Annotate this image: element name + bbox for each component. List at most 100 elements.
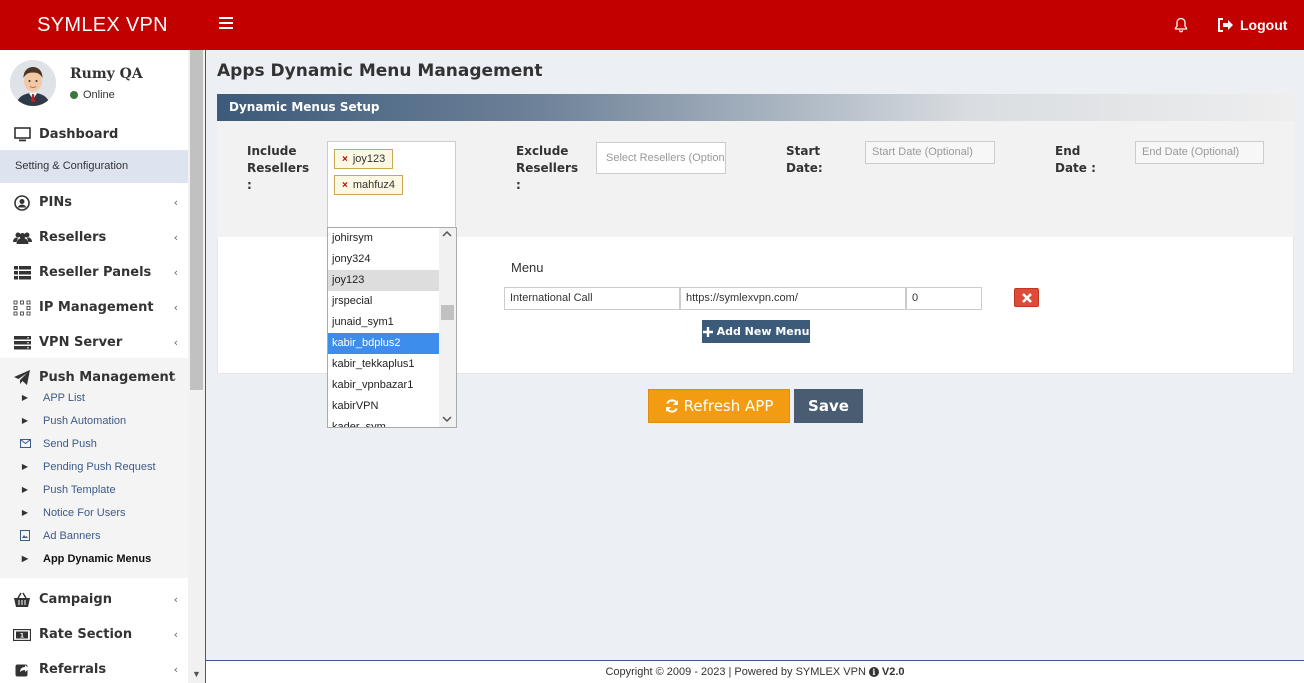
sidebar-item-label: IP Management: [39, 300, 154, 315]
sidebar-item-label: Rate Section: [39, 627, 133, 642]
scroll-down-icon[interactable]: ▼: [192, 669, 201, 679]
caret-right-icon: ▶: [21, 485, 29, 494]
sidebar-subitem-notice-for-users[interactable]: ▶ Notice For Users: [0, 501, 188, 524]
users-icon: [12, 231, 32, 245]
sidebar-item-rate-section[interactable]: 1 Rate Section ‹: [0, 617, 188, 652]
menu-toggle-icon[interactable]: [219, 17, 233, 31]
dropdown-option[interactable]: kabirVPN: [328, 396, 440, 417]
reseller-dropdown-list[interactable]: johirsym jony324 joy123 jrspecial junaid…: [327, 227, 457, 428]
sidebar-scrollbar-thumb[interactable]: [190, 50, 203, 390]
caret-right-icon: ▶: [21, 416, 29, 425]
sidebar-item-vpn-server[interactable]: VPN Server ‹: [0, 325, 188, 360]
dropdown-option[interactable]: kader_sym: [328, 417, 440, 427]
user-status: Online: [70, 89, 115, 101]
save-button[interactable]: Save: [794, 389, 863, 423]
subitem-label: Send Push: [43, 437, 97, 450]
sidebar-subitem-pending-push-request[interactable]: ▶ Pending Push Request: [0, 455, 188, 478]
content-divider: [205, 50, 206, 683]
brand-logo[interactable]: SYMLEX VPN: [0, 0, 205, 50]
dropdown-scrollbar-thumb[interactable]: [441, 305, 454, 320]
sidebar: Rumy QA Online Dashboard Setting & Confi…: [0, 50, 188, 683]
dropdown-option[interactable]: joy123: [328, 270, 440, 291]
subitem-label: Push Automation: [43, 414, 127, 427]
sidebar-item-resellers[interactable]: Resellers ‹: [0, 220, 188, 255]
close-icon: [1021, 292, 1032, 303]
exclude-resellers-label: Exclude Resellers :: [516, 144, 579, 192]
chevron-up-icon[interactable]: [442, 229, 452, 240]
chevron-left-icon: ‹: [173, 301, 178, 314]
refresh-app-label: Refresh APP: [683, 397, 774, 415]
image-icon: [19, 530, 31, 541]
desktop-icon: [12, 127, 32, 142]
dropdown-option[interactable]: jrspecial: [328, 291, 440, 312]
caret-right-icon: ▶: [21, 554, 29, 563]
dropdown-option[interactable]: johirsym: [328, 228, 440, 249]
sidebar-subitem-app-list[interactable]: ▶ APP List: [0, 386, 188, 409]
refresh-app-button[interactable]: Refresh APP: [648, 389, 790, 423]
money-icon: 1: [12, 628, 32, 641]
dropdown-option[interactable]: junaid_sym1: [328, 312, 440, 333]
sidebar-item-label: Resellers: [39, 230, 107, 245]
sidebar-subitem-app-dynamic-menus[interactable]: ▶ App Dynamic Menus: [0, 547, 188, 570]
caret-right-icon: ▶: [21, 508, 29, 517]
dropdown-option[interactable]: jony324: [328, 249, 440, 270]
end-date-input[interactable]: End Date (Optional): [1135, 141, 1264, 164]
list-icon: [12, 265, 32, 280]
sidebar-scrollbar[interactable]: ▼: [188, 50, 205, 683]
sidebar-item-label: Reseller Panels: [39, 265, 152, 280]
caret-right-icon: ▶: [21, 462, 29, 471]
envelope-icon: [19, 439, 31, 448]
sidebar-subitem-push-template[interactable]: ▶ Push Template: [0, 478, 188, 501]
dropdown-option[interactable]: kabir_bdplus2: [328, 333, 440, 354]
logout-button[interactable]: Logout: [1217, 16, 1287, 34]
chevron-left-icon: ‹: [173, 593, 178, 606]
remove-tag-icon[interactable]: ×: [342, 154, 348, 165]
dropdown-option[interactable]: kabir_tekkaplus1: [328, 354, 440, 375]
subitem-label: Notice For Users: [43, 506, 126, 519]
basket-icon: [12, 592, 32, 607]
sidebar-item-dashboard[interactable]: Dashboard: [0, 117, 188, 152]
user-status-text: Online: [83, 89, 115, 101]
plus-icon: [702, 326, 713, 337]
exclude-resellers-input[interactable]: Select Resellers (Optional): [596, 142, 726, 174]
chevron-down-icon[interactable]: [442, 415, 452, 426]
user-panel: Rumy QA Online: [10, 60, 188, 108]
menu-name-input[interactable]: International Call: [504, 287, 680, 310]
menu-url-input[interactable]: https://symlexvpn.com/: [680, 287, 906, 310]
selected-tag[interactable]: × mahfuz4: [334, 175, 404, 195]
dropdown-scrollbar[interactable]: [439, 228, 456, 427]
avatar: [10, 60, 56, 106]
sidebar-item-reseller-panels[interactable]: Reseller Panels ‹: [0, 255, 188, 290]
add-new-menu-button[interactable]: Add New Menu: [702, 320, 810, 343]
bell-icon[interactable]: [1173, 17, 1189, 33]
dropdown-option[interactable]: kabir_vpnbazar1: [328, 375, 440, 396]
sidebar-item-label: PINs: [39, 195, 72, 210]
sitemap-icon: [12, 300, 32, 316]
start-date-input[interactable]: Start Date (Optional): [865, 141, 995, 164]
chevron-left-icon: ‹: [173, 266, 178, 279]
sidebar-item-campaign[interactable]: Campaign ‹: [0, 582, 188, 617]
sidebar-item-referrals[interactable]: Referrals ‹: [0, 652, 188, 683]
user-circle-icon: [12, 194, 32, 211]
subitem-label: Ad Banners: [43, 529, 101, 542]
top-navbar: SYMLEX VPN Logout: [0, 0, 1304, 50]
sidebar-item-ip-management[interactable]: IP Management ‹: [0, 290, 188, 325]
paper-plane-icon: [12, 370, 32, 385]
refresh-icon: [665, 399, 678, 413]
sidebar-subitem-push-automation[interactable]: ▶ Push Automation: [0, 409, 188, 432]
remove-tag-icon[interactable]: ×: [342, 180, 348, 191]
delete-menu-button[interactable]: [1014, 288, 1039, 307]
selected-tag[interactable]: × joy123: [334, 149, 394, 169]
subitem-label: Pending Push Request: [43, 460, 156, 473]
online-dot-icon: [70, 91, 78, 99]
sidebar-item-label: Referrals: [39, 662, 107, 677]
sidebar-subitem-send-push[interactable]: Send Push: [0, 432, 188, 455]
menu-order-input[interactable]: 0: [906, 287, 982, 310]
include-resellers-select[interactable]: × joy123 × mahfuz4: [327, 141, 456, 231]
share-icon: [12, 662, 32, 677]
sidebar-subitem-ad-banners[interactable]: Ad Banners: [0, 524, 188, 547]
sidebar-item-pins[interactable]: PINs ‹: [0, 185, 188, 220]
tag-label: joy123: [352, 153, 386, 165]
info-icon: i: [868, 667, 879, 677]
start-date-label: Start Date:: [786, 144, 823, 175]
